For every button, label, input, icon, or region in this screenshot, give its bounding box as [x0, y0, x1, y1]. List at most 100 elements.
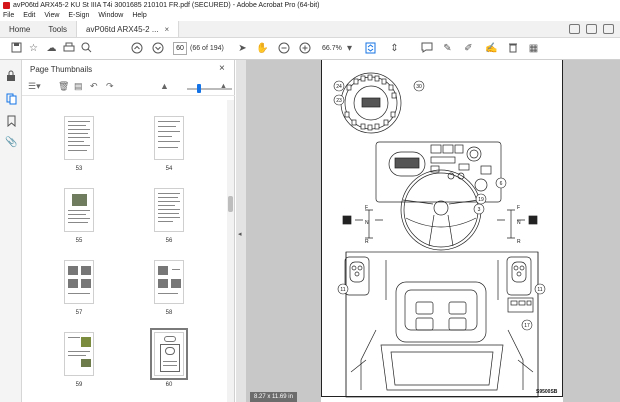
svg-text:23: 23 [336, 98, 342, 104]
menu-view[interactable]: View [44, 12, 59, 19]
menu-bar: File Edit View E-Sign Window Help [0, 10, 620, 21]
highlight-pen-icon[interactable]: ✎ [441, 42, 454, 55]
pdf-page: F N R F N R 24 30 23 6 19 3 11 11 17 [321, 60, 563, 402]
callout-23: 23 [333, 94, 345, 106]
small-thumbnails-icon[interactable]: ▲ [160, 81, 169, 91]
thumbnail-label: 56 [165, 238, 173, 244]
tab-home[interactable]: Home [0, 21, 39, 37]
thumbnail-page[interactable] [64, 116, 94, 160]
organize-icon[interactable]: ▦ [527, 42, 540, 55]
svg-text:11: 11 [537, 287, 542, 293]
hand-tool-icon[interactable]: ✋ [256, 42, 269, 55]
acrobat-app-icon [3, 1, 10, 9]
next-page-icon[interactable] [151, 42, 164, 55]
page-thumbnails-panel: Page Thumbnails × ☰▾ 🗑 ▤ ↶ ↷ ▲ ▲ 53 54 5… [22, 60, 235, 402]
thumbnail-page[interactable] [154, 188, 184, 232]
page-number-input[interactable]: 60 [173, 42, 187, 55]
panel-toolbar: ☰▾ 🗑 ▤ ↶ ↷ ▲ ▲ [22, 78, 235, 96]
bookmarks-icon[interactable] [5, 115, 17, 128]
thumbnail-label: 57 [75, 310, 83, 316]
page-thumbnails-icon[interactable] [5, 93, 17, 105]
thumbnail-label: 53 [75, 166, 83, 172]
callout-6: 6 [495, 177, 507, 189]
gear-letter-left-r: R [365, 239, 369, 245]
collapse-panel-handle[interactable]: ◂ [236, 60, 246, 402]
previous-page-icon[interactable] [130, 42, 143, 55]
delete-icon[interactable] [506, 42, 519, 55]
rotate-left-icon[interactable]: ↶ [90, 81, 98, 92]
cab-diagram: F N R F N R 24 30 23 6 19 3 11 11 17 [333, 72, 546, 398]
thumbnail-page[interactable] [154, 116, 184, 160]
thumbnail-page[interactable] [64, 188, 94, 232]
share-screen-icon[interactable] [569, 24, 580, 34]
callout-24: 24 [333, 80, 345, 92]
callout-3: 3 [473, 203, 485, 215]
gear-letter-left-n: N [365, 220, 369, 226]
bookmark-star-icon[interactable]: ☆ [27, 42, 40, 55]
help-icon[interactable] [586, 24, 597, 34]
cloud-upload-icon[interactable]: ☁ [45, 42, 58, 55]
tab-tools[interactable]: Tools [39, 21, 76, 37]
fill-sign-icon[interactable]: ✍ [485, 42, 498, 55]
menu-window[interactable]: Window [98, 12, 123, 19]
callout-17: 17 [521, 319, 533, 331]
print-icon[interactable] [62, 42, 75, 55]
svg-text:11: 11 [340, 287, 345, 293]
callout-30: 30 [413, 80, 425, 92]
menu-esign[interactable]: E-Sign [68, 12, 89, 19]
svg-text:6: 6 [500, 181, 503, 187]
page-size-indicator: 8.27 x 11.69 in [250, 392, 297, 402]
rotate-right-icon[interactable]: ↷ [106, 81, 114, 92]
scrollbar-thumb[interactable] [228, 196, 233, 212]
gear-letter-right-r: R [517, 239, 521, 245]
svg-text:30: 30 [416, 84, 422, 90]
menu-edit[interactable]: Edit [23, 12, 35, 19]
delete-page-icon[interactable]: 🗑 [58, 81, 69, 92]
tab-document[interactable]: avP06td ARX45-2 ... × [76, 21, 180, 37]
thumbnail-label: 58 [165, 310, 173, 316]
thumbnail-page-selected[interactable] [150, 328, 188, 380]
search-icon[interactable] [80, 42, 93, 55]
thumbnail-page[interactable] [154, 260, 184, 304]
menu-help[interactable]: Help [132, 12, 146, 19]
comment-icon[interactable] [420, 42, 433, 55]
fit-page-icon[interactable] [364, 42, 377, 55]
thumbnail-scrollbar[interactable] [227, 100, 234, 402]
close-tab-icon[interactable]: × [165, 25, 170, 34]
tab-bar: Home Tools avP06td ARX45-2 ... × [0, 21, 620, 38]
thumbnail-page[interactable] [64, 260, 94, 304]
document-tab-label: avP06td ARX45-2 ... [86, 24, 159, 34]
zoom-out-icon[interactable] [277, 42, 290, 55]
thumbnail-page[interactable] [64, 332, 94, 376]
attachments-paperclip-icon[interactable]: 📎 [5, 137, 17, 149]
zoom-in-icon[interactable] [298, 42, 311, 55]
left-navigation-rail: 📎 [0, 60, 22, 402]
close-panel-icon[interactable]: × [219, 63, 225, 74]
thumbnail-size-slider[interactable] [187, 88, 232, 90]
menu-file[interactable]: File [3, 12, 14, 19]
svg-text:3: 3 [478, 207, 481, 213]
account-icon[interactable] [603, 24, 614, 34]
save-icon[interactable] [10, 42, 23, 55]
zoom-dropdown-icon[interactable]: ▾ [343, 42, 356, 55]
window-title: avP06td ARX45-2 KU St IIIA T4i 3001685 2… [13, 1, 320, 9]
draw-tool-icon[interactable]: ✐ [462, 42, 475, 55]
page-count-label: (66 of 194) [190, 45, 224, 52]
callout-11-left: 11 [337, 283, 349, 295]
gear-letter-left-f: F [365, 205, 368, 211]
collapse-arrow-icon: ◂ [238, 231, 242, 238]
steering-wheel [400, 169, 482, 251]
scroll-mode-icon[interactable]: ⇕ [388, 42, 401, 55]
svg-text:24: 24 [336, 84, 342, 90]
thumbnail-size-slider-handle[interactable] [197, 84, 201, 93]
select-cursor-icon[interactable]: ➤ [236, 42, 249, 55]
zoom-level-field[interactable]: 66.7% [322, 45, 342, 52]
lock-icon[interactable] [5, 70, 17, 82]
thumbnail-label: 60 [165, 382, 173, 388]
gear-letter-right-f: F [517, 205, 520, 211]
operator-seat [395, 281, 487, 343]
panel-title: Page Thumbnails [30, 65, 93, 74]
thumbnail-label: 55 [75, 238, 83, 244]
options-menu-icon[interactable]: ☰▾ [28, 81, 41, 92]
insert-page-icon[interactable]: ▤ [74, 81, 83, 92]
